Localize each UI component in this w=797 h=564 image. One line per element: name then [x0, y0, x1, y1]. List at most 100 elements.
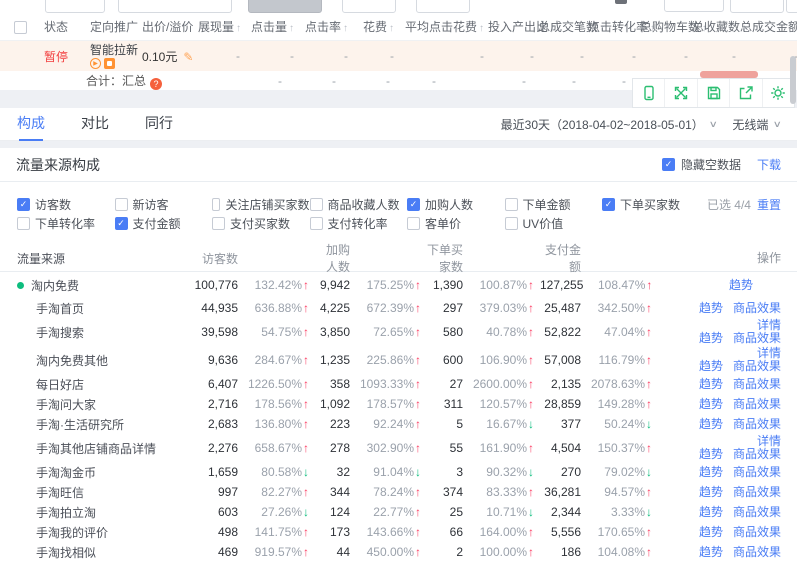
traffic-col-header[interactable]: 支付金额: [540, 241, 658, 275]
action-link[interactable]: 商品效果: [733, 301, 781, 315]
traffic-col-header[interactable]: 加购人数: [315, 241, 427, 275]
metric-checkbox[interactable]: [310, 198, 323, 211]
top-action-button-3[interactable]: [248, 0, 322, 13]
metric-cell: 127,255108.47%↑: [540, 278, 658, 292]
top-more-data-button[interactable]: [730, 0, 784, 13]
action-link[interactable]: 趋势: [699, 545, 723, 559]
top-action-button-2[interactable]: [118, 0, 232, 13]
campaign-col-header[interactable]: 点击转化率↑: [588, 18, 640, 35]
campaign-row[interactable]: 暂停智能拉新▶0.10元✎-----------: [0, 41, 797, 71]
hide-empty-checkbox[interactable]: ✓: [662, 158, 675, 171]
metric-checkbox[interactable]: ✓: [602, 198, 615, 211]
action-link[interactable]: 商品效果: [733, 377, 781, 391]
action-link[interactable]: 商品效果: [733, 505, 781, 519]
traffic-source-name[interactable]: 淘内免费: [0, 277, 190, 294]
action-link[interactable]: 详情: [757, 318, 781, 332]
top-action-button-1[interactable]: [45, 0, 105, 13]
action-link[interactable]: 商品效果: [733, 465, 781, 479]
traffic-source-name[interactable]: 手淘搜索: [0, 324, 190, 341]
metric-cell: 1,390100.87%↑: [427, 278, 540, 292]
share-button[interactable]: [729, 79, 761, 107]
traffic-col-source[interactable]: 流量来源: [0, 250, 190, 267]
save-button[interactable]: [697, 79, 729, 107]
traffic-source-name[interactable]: 手淘首页: [0, 300, 190, 317]
edit-bid-icon[interactable]: ✎: [183, 50, 193, 64]
traffic-source-name[interactable]: 手淘拍立淘: [0, 504, 190, 521]
campaign-col-header[interactable]: 总成交笔数↑: [538, 18, 588, 35]
top-filter-select[interactable]: [664, 0, 724, 12]
action-link[interactable]: 趋势: [699, 525, 723, 539]
top-action-button-5[interactable]: [416, 0, 470, 13]
action-link[interactable]: 商品效果: [733, 485, 781, 499]
traffic-col-header[interactable]: 访客数: [190, 250, 315, 267]
action-link[interactable]: 商品效果: [733, 397, 781, 411]
campaign-col-header[interactable]: 总购物车数↑: [640, 18, 692, 35]
traffic-source-name[interactable]: 手淘旺信: [0, 484, 190, 501]
play-circle-icon[interactable]: ▶: [90, 58, 101, 69]
campaign-col-header[interactable]: 投入产出比↑: [488, 18, 538, 35]
metric-checkbox[interactable]: [505, 217, 518, 230]
campaign-col-header[interactable]: 花费↑: [352, 18, 398, 35]
metric-checkbox[interactable]: [310, 217, 323, 230]
top-action-button-4[interactable]: [342, 0, 396, 13]
campaign-col-header[interactable]: 点击量↑: [244, 18, 298, 35]
metric-checkbox[interactable]: [17, 217, 30, 230]
action-link[interactable]: 商品效果: [733, 331, 781, 345]
metric-checkbox[interactable]: [212, 198, 220, 211]
action-link[interactable]: 趋势: [699, 417, 723, 431]
date-range-selector[interactable]: 最近30天（2018-04-02~2018-05-01）: [501, 116, 704, 133]
traffic-source-name[interactable]: 手淘·生活研究所: [0, 416, 190, 433]
traffic-source-name[interactable]: 每日好店: [0, 376, 190, 393]
metric-checkbox[interactable]: [407, 217, 420, 230]
campaign-name[interactable]: 智能拉新▶: [90, 44, 142, 69]
action-link[interactable]: 商品效果: [733, 545, 781, 559]
metric-checkbox[interactable]: ✓: [17, 198, 30, 211]
campaign-col-header[interactable]: 点击率↑: [298, 18, 352, 35]
tab-peers[interactable]: 同行: [145, 108, 173, 141]
help-icon[interactable]: ?: [150, 78, 162, 90]
campaign-col-header[interactable]: 展现量↑: [198, 18, 244, 35]
traffic-col-header[interactable]: 下单买家数: [427, 241, 540, 275]
download-link[interactable]: 下载: [757, 156, 781, 173]
campaign-col-header[interactable]: 总成交金额↑: [740, 18, 797, 35]
action-link[interactable]: 趋势: [699, 359, 723, 373]
action-link[interactable]: 趋势: [699, 447, 723, 461]
select-all-checkbox[interactable]: [14, 21, 27, 34]
action-link[interactable]: 详情: [757, 434, 781, 448]
action-link[interactable]: 趋势: [699, 485, 723, 499]
action-link[interactable]: 趋势: [699, 465, 723, 479]
campaign-col-header[interactable]: 平均点击花费↑: [398, 18, 488, 35]
metric-checkbox[interactable]: [505, 198, 518, 211]
traffic-source-name[interactable]: 淘内免费其他: [0, 352, 190, 369]
action-link[interactable]: 趋势: [699, 377, 723, 391]
mobile-preview-button[interactable]: [633, 79, 664, 107]
action-link[interactable]: 商品效果: [733, 525, 781, 539]
action-link[interactable]: 详情: [757, 346, 781, 360]
metric-checkbox[interactable]: ✓: [115, 217, 128, 230]
action-link[interactable]: 商品效果: [733, 447, 781, 461]
traffic-source-name[interactable]: 手淘我的评价: [0, 524, 190, 541]
campaign-col-header[interactable]: 总收藏数↑: [692, 18, 740, 35]
vertical-scrollbar[interactable]: [790, 56, 796, 104]
fullscreen-button[interactable]: [664, 79, 696, 107]
terminal-selector[interactable]: 无线端: [732, 116, 768, 133]
traffic-source-name[interactable]: 手淘找相似: [0, 544, 190, 561]
action-link[interactable]: 趋势: [729, 278, 753, 292]
metric-percent: 284.67%: [238, 353, 302, 367]
metric-checkbox[interactable]: ✓: [407, 198, 420, 211]
traffic-source-name[interactable]: 手淘淘金币: [0, 464, 190, 481]
action-link[interactable]: 趋势: [699, 331, 723, 345]
action-link[interactable]: 趋势: [699, 505, 723, 519]
top-mini-dropdown[interactable]: [786, 0, 797, 13]
traffic-source-name[interactable]: 手淘其他店铺商品详情: [0, 440, 190, 457]
metric-checkbox[interactable]: [115, 198, 128, 211]
tab-compare[interactable]: 对比: [81, 108, 109, 141]
tab-composition[interactable]: 构成: [17, 108, 45, 141]
action-link[interactable]: 商品效果: [733, 417, 781, 431]
reset-link[interactable]: 重置: [757, 198, 781, 212]
metric-checkbox[interactable]: [212, 217, 225, 230]
traffic-source-name[interactable]: 手淘问大家: [0, 396, 190, 413]
action-link[interactable]: 商品效果: [733, 359, 781, 373]
action-link[interactable]: 趋势: [699, 301, 723, 315]
action-link[interactable]: 趋势: [699, 397, 723, 411]
